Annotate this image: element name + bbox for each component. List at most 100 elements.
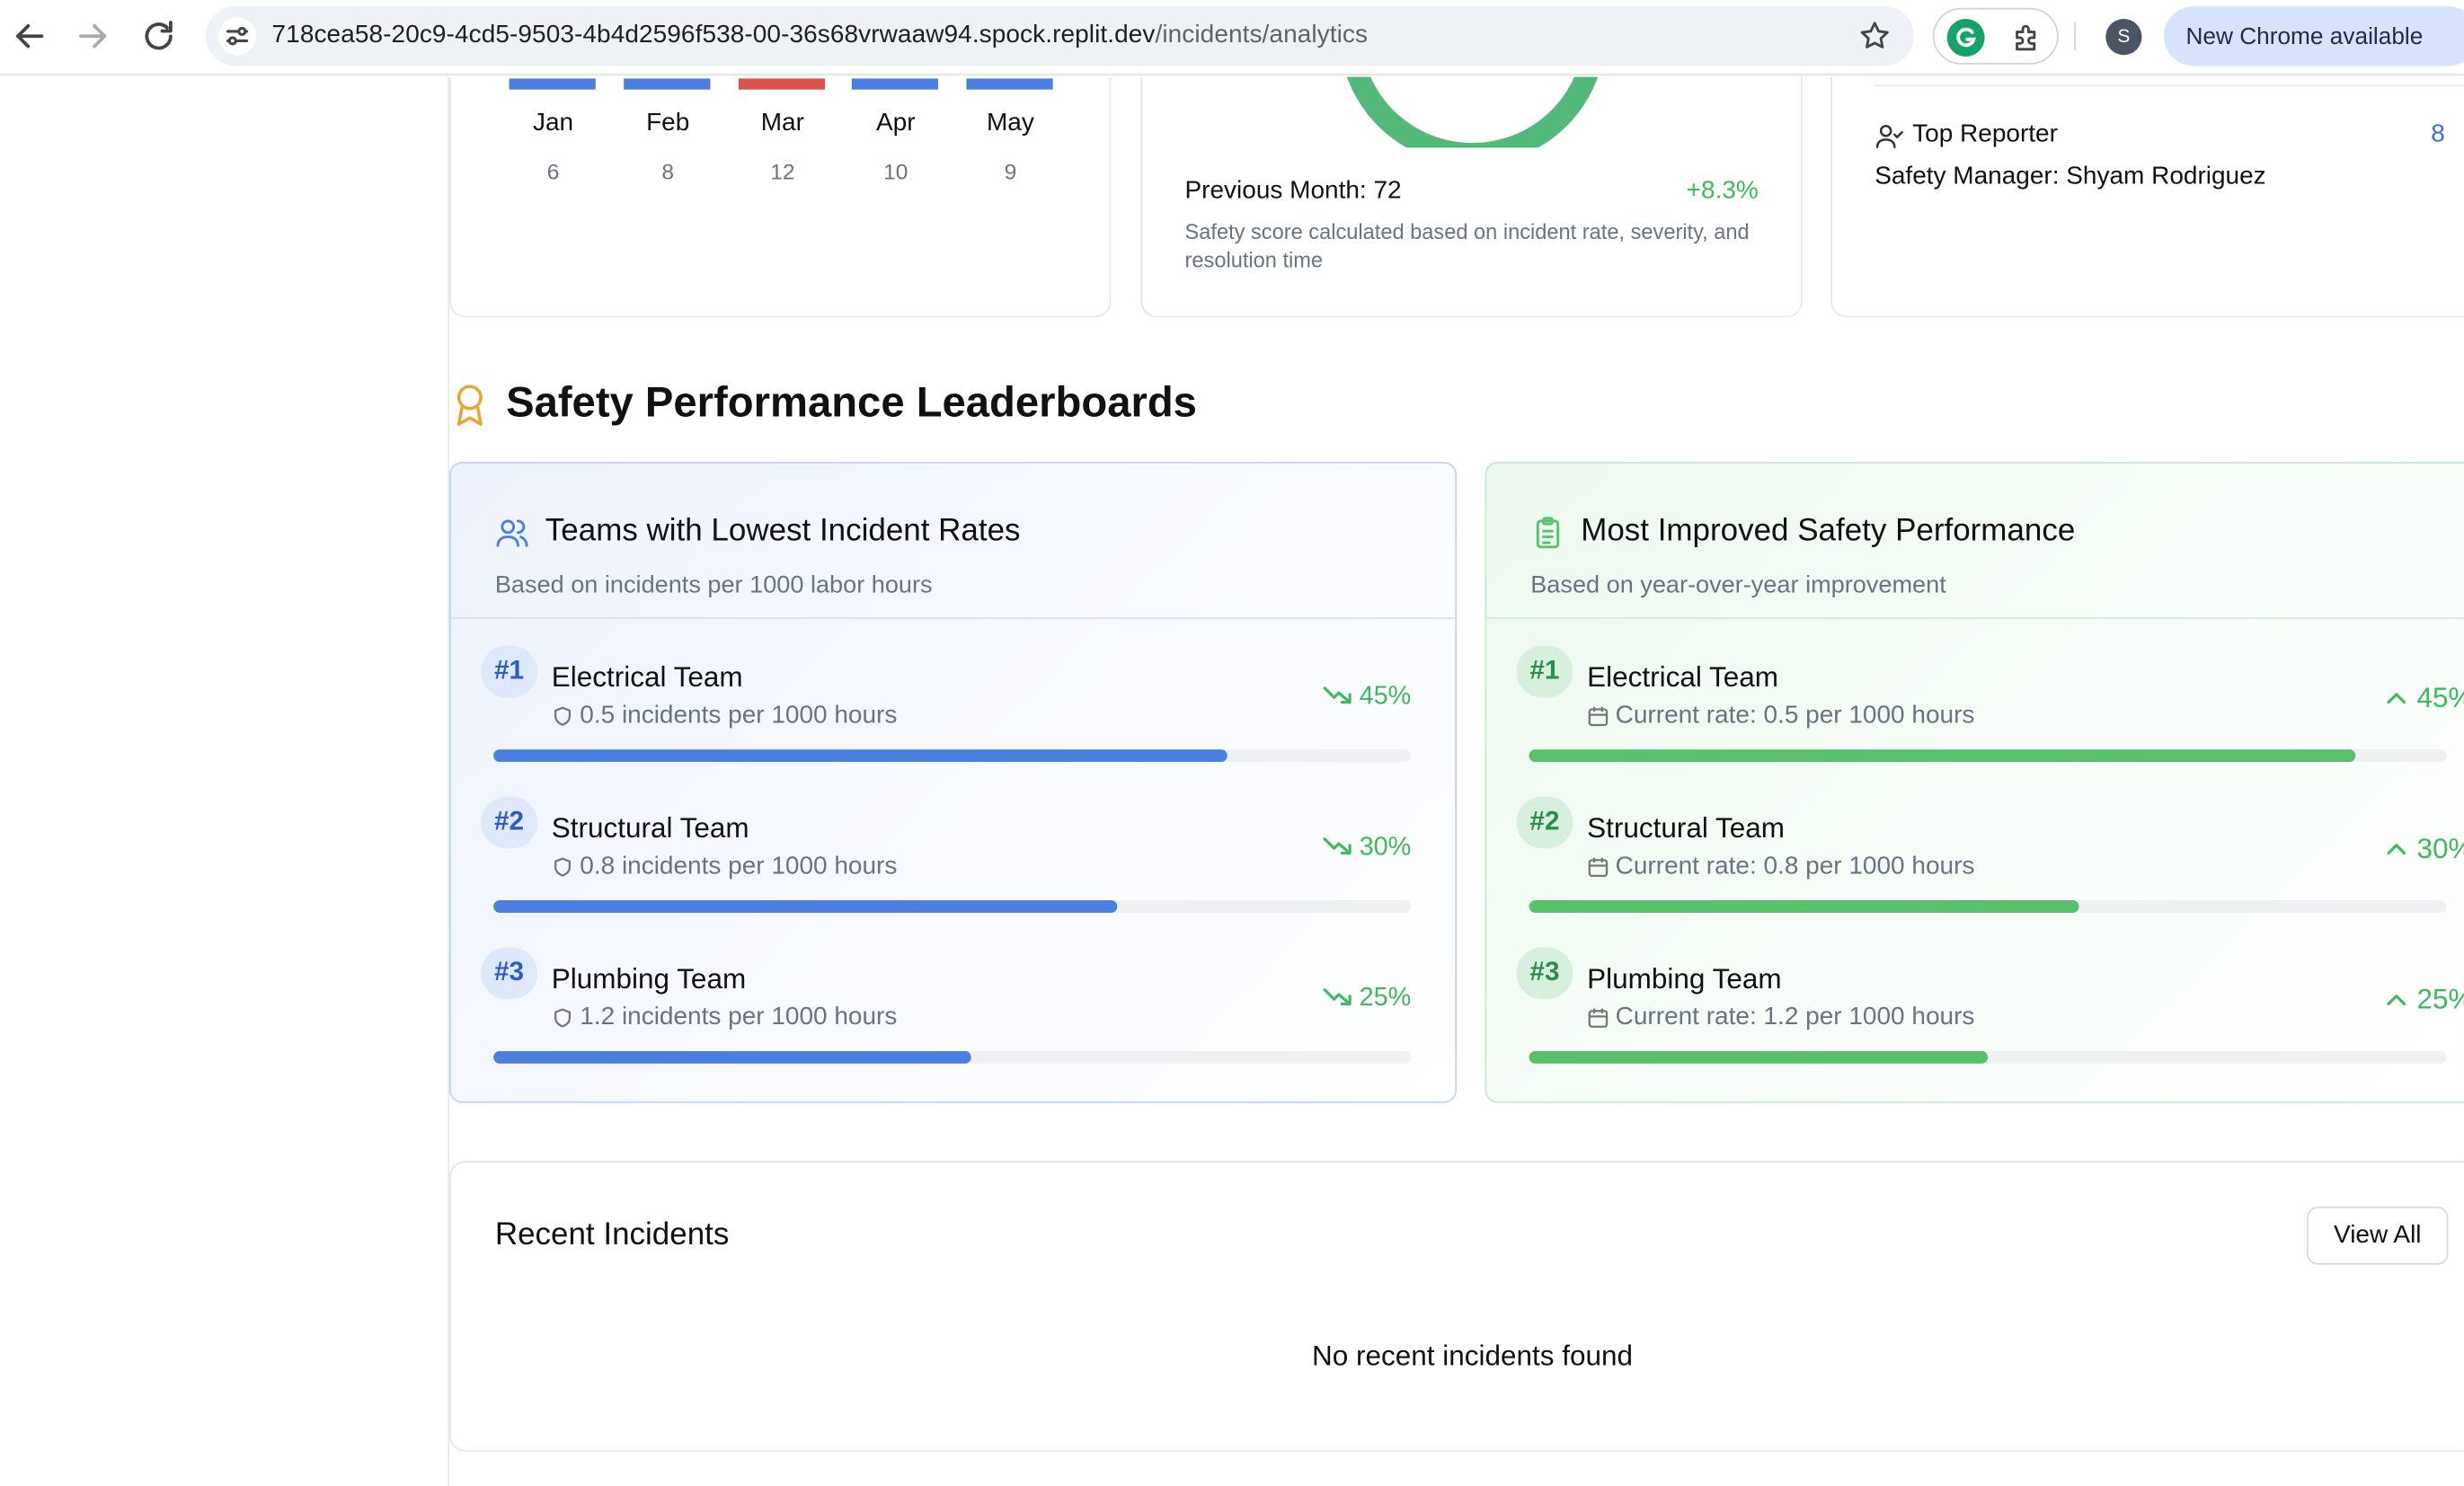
team-name: Structural Team <box>551 812 749 845</box>
back-arrow-icon[interactable] <box>9 15 49 56</box>
grammarly-extension-icon[interactable] <box>1946 18 1985 57</box>
month-value: 8 <box>661 158 675 184</box>
month-bar-feb[interactable] <box>624 78 711 90</box>
bookmark-star-icon[interactable] <box>1857 19 1892 53</box>
trend-change: 30% <box>2380 833 2464 866</box>
progress-fill <box>1529 1050 1989 1064</box>
rank-badge: #1 <box>481 645 538 698</box>
clipboard-list-icon <box>1530 516 1564 550</box>
team-rate: Current rate: 0.8 per 1000 hours <box>1615 853 1975 880</box>
chevron-up-icon <box>2387 995 2406 1005</box>
team-row[interactable]: #2 Structural Team 0.8 incidents per 1000 … <box>451 779 1455 930</box>
month-label: May <box>986 110 1034 137</box>
trending-down-icon <box>1323 686 1352 704</box>
safety-score-card: Previous Month: 72 +8.3% Safety score ca… <box>1140 76 1803 318</box>
update-chrome-button[interactable]: New Chrome available <box>2163 5 2464 66</box>
trend-percent: 30% <box>1359 832 1412 862</box>
team-name: Structural Team <box>1587 812 1786 845</box>
rank-badge: #1 <box>1516 645 1573 698</box>
rank-badge: #2 <box>1516 796 1573 849</box>
rank-badge: #2 <box>481 796 538 849</box>
recent-incidents-title: Recent Incidents <box>494 1217 730 1252</box>
recent-incidents-card: Recent Incidents View All No recent inci… <box>449 1161 2464 1452</box>
url-text[interactable]: 718cea58-20c9-4cd5-9503-4b4d2596f538-00-… <box>272 22 1369 49</box>
trend-change: 25% <box>2380 984 2464 1017</box>
previous-month-score: Previous Month: 72 <box>1184 177 1402 205</box>
most-improved-leaderboard: Most Improved Safety Performance Based o… <box>1485 462 2464 1103</box>
leaderboard-header: Teams with Lowest Incident Rates Based o… <box>450 464 1456 619</box>
month-value: 6 <box>546 158 560 184</box>
trend-percent: 25% <box>1359 983 1412 1013</box>
top-reporter-label: Top Reporter <box>1912 120 2058 148</box>
team-rate: 0.8 incidents per 1000 hours <box>580 853 898 880</box>
trend-change: 45% <box>1323 682 1411 712</box>
team-row[interactable]: #1 Electrical Team Current rate: 0.5 per 1… <box>1486 628 2464 779</box>
leaderboards-heading: Safety Performance Leaderboards <box>506 378 1197 426</box>
team-row[interactable]: #2 Structural Team Current rate: 0.8 per 1… <box>1486 779 2464 930</box>
address-bar[interactable]: 718cea58-20c9-4cd5-9503-4b4d2596f538-00-… <box>206 5 1914 66</box>
trend-change: 30% <box>1323 833 1411 862</box>
month-label: Jan <box>532 110 574 137</box>
team-rate: 1.2 incidents per 1000 hours <box>580 1004 898 1031</box>
browser-toolbar: 718cea58-20c9-4cd5-9503-4b4d2596f538-00-… <box>0 0 2464 75</box>
progress-fill <box>1529 749 2355 763</box>
trend-percent: 25% <box>2416 983 2464 1015</box>
toolbar-separator <box>2074 22 2077 50</box>
safety-score-ring <box>1347 76 1599 148</box>
forward-arrow-icon[interactable] <box>72 15 112 56</box>
team-row[interactable]: #3 Plumbing Team 1.2 incidents per 1000 ho… <box>451 930 1455 1081</box>
extensions-group <box>1932 7 2059 65</box>
safety-manager-name: Safety Manager: Shyam Rodriguez <box>1875 163 2266 190</box>
month-label: Mar <box>760 110 804 137</box>
month-label: Feb <box>646 110 690 137</box>
site-settings-icon[interactable] <box>218 17 257 56</box>
users-icon <box>495 516 529 550</box>
shield-icon <box>552 856 573 878</box>
trend-percent: 30% <box>2416 832 2464 864</box>
lowest-incident-leaderboard: Teams with Lowest Incident Rates Based o… <box>449 462 1458 1103</box>
calendar-icon <box>1587 705 1609 727</box>
trend-change: 45% <box>2380 682 2464 715</box>
chevron-up-icon <box>2387 844 2406 855</box>
leaderboard-subtitle: Based on incidents per 1000 labor hours <box>494 571 933 599</box>
team-rate: Current rate: 1.2 per 1000 hours <box>1615 1004 1975 1031</box>
rank-badge: #3 <box>481 947 538 1000</box>
month-bar-jan[interactable] <box>509 78 596 90</box>
team-row[interactable]: #1 Electrical Team 0.5 incidents per 1000 … <box>451 628 1455 779</box>
reload-icon[interactable] <box>138 15 179 56</box>
team-row[interactable]: #3 Plumbing Team Current rate: 1.2 per 100… <box>1486 930 2464 1081</box>
month-bar-apr[interactable] <box>851 78 938 90</box>
team-name: Plumbing Team <box>551 962 747 995</box>
month-label: Apr <box>875 110 916 137</box>
trend-change: 25% <box>1323 984 1411 1013</box>
profile-avatar[interactable]: S <box>2105 18 2142 56</box>
trend-percent: 45% <box>1359 681 1412 711</box>
shield-icon <box>552 705 573 727</box>
monthly-bar-chart: Jan 6 Feb 8 Mar 12 Apr 10 May 9 <box>451 78 1112 204</box>
progress-track <box>1529 749 2447 763</box>
month-bar-mar[interactable] <box>738 78 826 90</box>
reporter-card: Top Reporter 8 Safety Manager: Shyam Rod… <box>1830 76 2464 318</box>
leaderboard-header: Most Improved Safety Performance Based o… <box>1486 464 2464 619</box>
trending-down-icon <box>1323 988 1352 1005</box>
progress-fill <box>493 900 1118 913</box>
divider <box>1875 84 2464 87</box>
progress-track <box>493 900 1412 913</box>
score-note: Safety score calculated based on inciden… <box>1184 219 1750 272</box>
month-value: 9 <box>1004 158 1017 184</box>
team-name: Electrical Team <box>551 661 743 694</box>
monthly-incidents-card: Jan 6 Feb 8 Mar 12 Apr 10 May 9 <box>449 76 1112 318</box>
team-name: Electrical Team <box>1587 661 1779 694</box>
progress-track <box>1529 1050 2447 1064</box>
top-reporter-count: 8 <box>2431 120 2445 148</box>
analytics-page: Jan 6 Feb 8 Mar 12 Apr 10 May 9 Previous Month: 7… <box>0 76 2464 1486</box>
team-rate: Current rate: 0.5 per 1000 hours <box>1615 702 1975 730</box>
progress-fill <box>1529 900 2080 913</box>
progress-fill <box>493 1050 971 1064</box>
progress-track <box>493 749 1412 763</box>
chevron-up-icon <box>2387 693 2406 704</box>
extensions-puzzle-icon[interactable] <box>2010 21 2044 55</box>
view-all-button[interactable]: View All <box>2307 1207 2449 1265</box>
month-bar-may[interactable] <box>966 78 1053 90</box>
month-value: 10 <box>883 158 908 184</box>
